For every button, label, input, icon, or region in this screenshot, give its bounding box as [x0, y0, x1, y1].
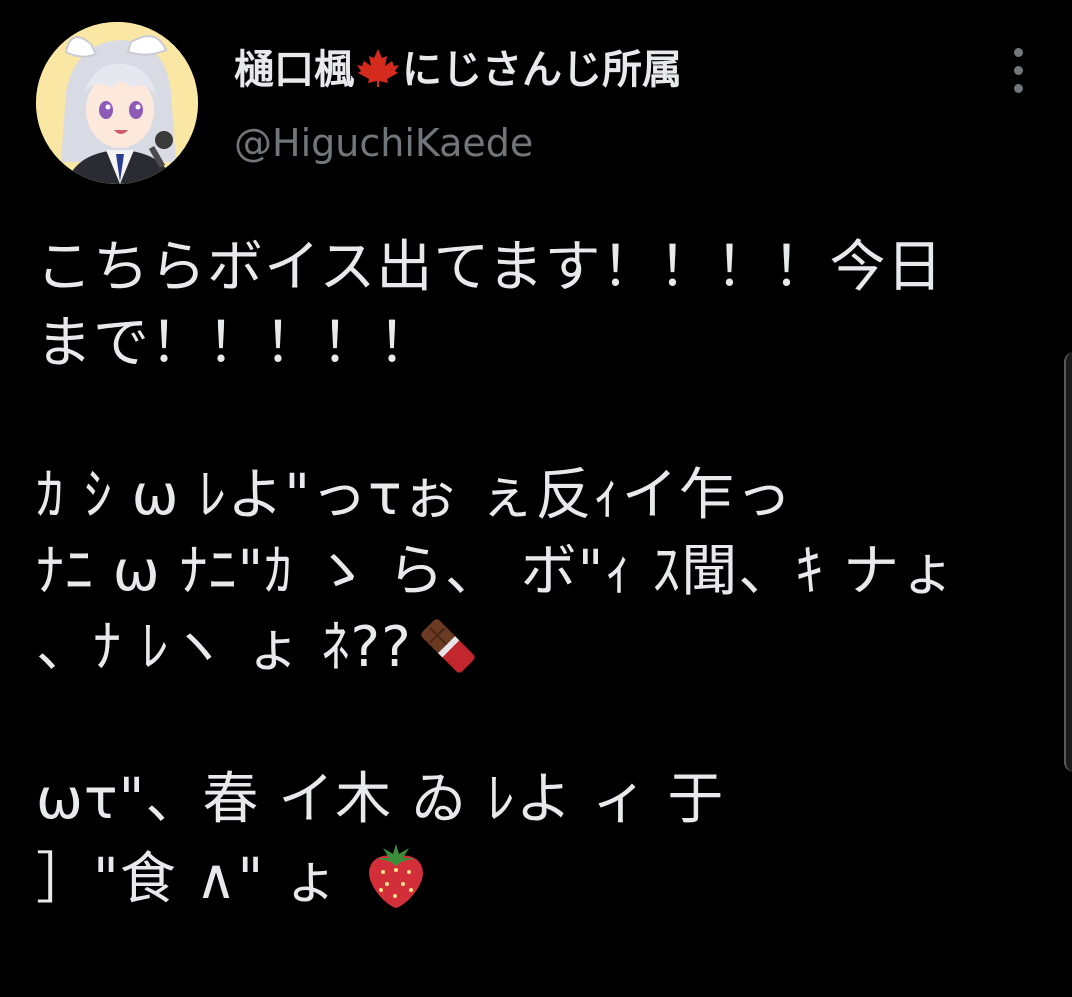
- tweet-line-text: ］"食 ∧" ょ: [36, 847, 359, 912]
- display-name[interactable]: 樋口楓 にじさんじ所属: [234, 44, 682, 100]
- tweet-line: ωτ"、春 イ木 ゐ ﾚよ ィ 于: [36, 767, 725, 832]
- strawberry-icon: [363, 838, 429, 930]
- avatar[interactable]: [36, 22, 198, 184]
- chocolate-bar-icon: [416, 614, 480, 698]
- avatar-image: [36, 22, 198, 184]
- tweet-line: ﾅﾆ ω ﾅﾆ"ｶ ゝ ら、 ボ"ｨ ｽ聞、ｷ ナょ: [36, 539, 958, 604]
- more-dot-icon: [1014, 84, 1023, 93]
- tweet-line-text: 、ﾅ ﾚヽ ょ ﾈ??: [36, 615, 412, 680]
- tweet-container: 樋口楓 にじさんじ所属 @HiguchiKaede こちらボイス出てます！！！！今…: [0, 0, 1072, 997]
- tweet-line: こちらボイス出てます！！！！今日: [36, 235, 944, 300]
- tweet-line-with-emoji: 、ﾅ ﾚヽ ょ ﾈ??: [36, 610, 1046, 686]
- tweet-text: こちらボイス出てます！！！！今日 まで！！！！！ ｶ ｼ ω ﾚよ"っτぉ ぇ反…: [36, 230, 1046, 914]
- more-dot-icon: [1014, 48, 1023, 57]
- more-dot-icon: [1014, 66, 1023, 75]
- user-handle[interactable]: @HiguchiKaede: [234, 118, 533, 168]
- tweet-line: ｶ ｼ ω ﾚよ"っτぉ ぇ反ｨイ乍っ: [36, 463, 793, 528]
- maple-leaf-icon: [356, 47, 400, 100]
- tweet-line: まで！！！！！: [36, 311, 435, 376]
- display-name-suffix: にじさんじ所属: [402, 47, 682, 93]
- scroll-edge-handle[interactable]: [1064, 352, 1072, 772]
- tweet-line-with-emoji: ］"食 ∧" ょ: [36, 838, 1046, 914]
- display-name-prefix: 樋口楓: [234, 47, 354, 93]
- more-options-button[interactable]: [1000, 44, 1040, 96]
